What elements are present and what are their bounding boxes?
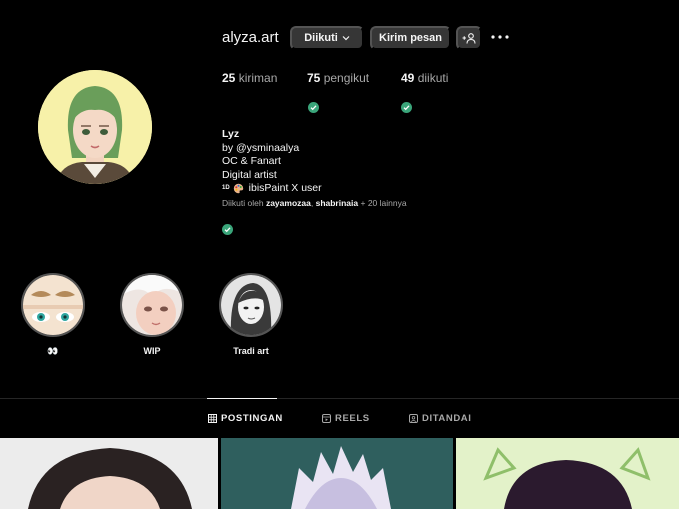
tagged-icon [409, 414, 418, 423]
grid-icon [208, 414, 217, 423]
followed-by-user[interactable]: shabrinaia [316, 198, 359, 208]
bio-line-text: ibisPaint X user [248, 182, 322, 194]
followers-count-label: pengikut [323, 71, 370, 85]
following-count-value: 49 [401, 71, 415, 85]
highlight-wip[interactable] [120, 273, 184, 337]
tab-reels-label: REELS [335, 413, 370, 424]
following-count[interactable]: 49 diikuti [401, 71, 448, 85]
profile-avatar[interactable] [38, 70, 152, 184]
bio-line: OC & Fanart [222, 155, 281, 167]
highlight-tradi-art[interactable] [219, 273, 283, 337]
chevron-down-icon [342, 35, 350, 41]
tab-tagged[interactable]: DITANDAI [409, 413, 471, 424]
check-icon [401, 102, 412, 113]
palette-icon [233, 183, 244, 194]
check-icon [308, 102, 319, 113]
profile-display-name: Lyz [222, 128, 240, 140]
following-button-label: Diikuti [304, 32, 338, 44]
tabs-divider [0, 398, 679, 399]
followed-by[interactable]: Diikuti oleh zayamozaa, shabrinaia + 20 … [222, 198, 407, 208]
following-button[interactable]: Diikuti [290, 26, 364, 50]
profile-bio: Lyz by @ysminaalya OC & Fanart Digital a… [222, 128, 322, 196]
send-message-label: Kirim pesan [379, 32, 442, 44]
highlight-label: Tradi art [233, 346, 269, 356]
highlight-label: WIP [143, 346, 161, 356]
bio-prefix-text: 1D [222, 185, 230, 191]
tab-posts-label: POSTINGAN [221, 413, 283, 424]
post-thumbnail[interactable] [221, 438, 453, 509]
followers-count-value: 75 [307, 71, 321, 85]
active-tab-indicator [207, 398, 277, 399]
post-thumbnail[interactable] [0, 438, 218, 509]
profile-username: alyza.art [222, 29, 279, 46]
more-options-icon[interactable] [490, 29, 510, 45]
bio-line: Digital artist [222, 168, 277, 181]
tab-reels[interactable]: REELS [322, 413, 370, 424]
add-user-icon [462, 32, 476, 44]
posts-count-label: kiriman [238, 71, 278, 85]
tab-posts[interactable]: POSTINGAN [208, 413, 283, 424]
followed-by-prefix: Diikuti oleh [222, 198, 264, 208]
followed-by-user[interactable]: zayamozaa [266, 198, 311, 208]
followers-count[interactable]: 75 pengikut [307, 71, 369, 85]
check-icon [222, 224, 233, 235]
posts-count-value: 25 [222, 71, 236, 85]
post-thumbnail[interactable] [456, 438, 679, 509]
bio-line: by @ysminaalya [222, 141, 300, 154]
send-message-button[interactable]: Kirim pesan [370, 26, 451, 50]
posts-count: 25 kiriman [222, 71, 277, 85]
followed-by-suffix: + 20 lainnya [360, 198, 407, 208]
bio-line: 1D ibisPaint X user [222, 182, 322, 196]
following-count-label: diikuti [417, 71, 449, 85]
followed-by-separator: , [310, 198, 314, 208]
add-user-button[interactable] [456, 26, 482, 50]
highlight-eyes[interactable] [21, 273, 85, 337]
reels-icon [322, 414, 331, 423]
highlight-label: 👀 [47, 346, 59, 356]
tab-tagged-label: DITANDAI [422, 413, 472, 424]
